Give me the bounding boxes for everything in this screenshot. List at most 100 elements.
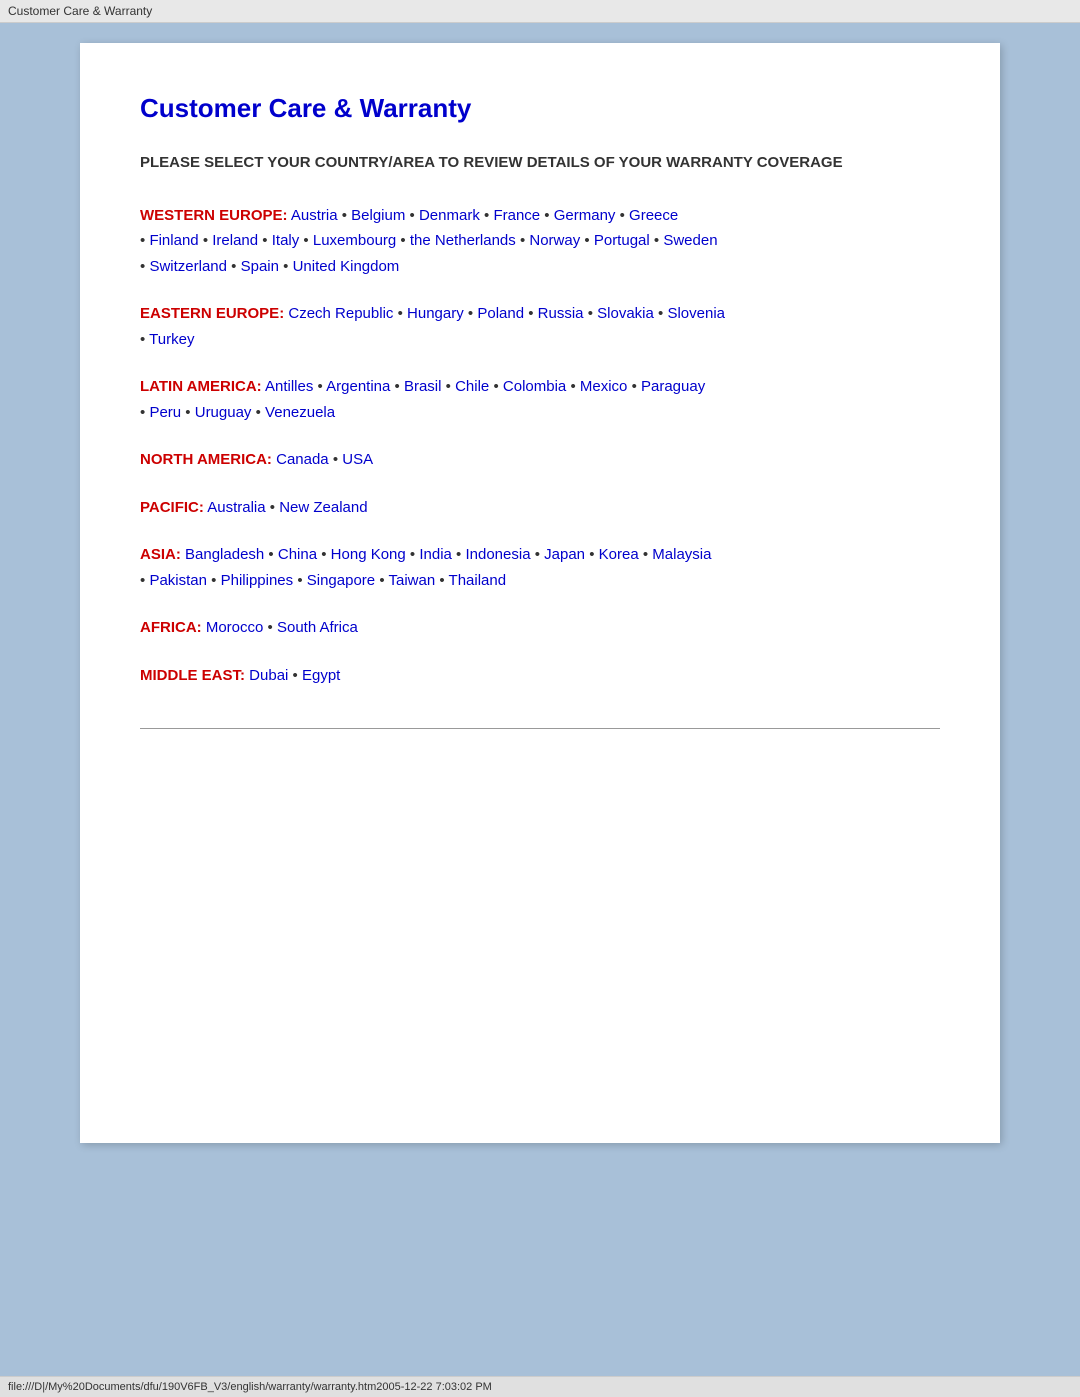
bullet-separator: • xyxy=(140,232,145,249)
country-link-poland[interactable]: Poland xyxy=(477,305,524,322)
region-label-africa: AFRICA: xyxy=(140,619,202,636)
country-link-sweden[interactable]: Sweden xyxy=(663,232,717,249)
page-title: Customer Care & Warranty xyxy=(140,93,940,124)
bullet-separator: • xyxy=(333,451,338,468)
bullet-separator: • xyxy=(303,232,308,249)
region-africa: AFRICA: Morocco • South Africa xyxy=(140,615,940,641)
bullet-separator: • xyxy=(535,546,540,563)
country-link-singapore[interactable]: Singapore xyxy=(307,572,375,589)
bullet-separator: • xyxy=(493,378,498,395)
country-link-south-africa[interactable]: South Africa xyxy=(277,619,358,636)
bullet-separator: • xyxy=(256,404,261,421)
country-link-ireland[interactable]: Ireland xyxy=(212,232,258,249)
bullet-separator: • xyxy=(140,258,145,275)
country-link-venezuela[interactable]: Venezuela xyxy=(265,404,335,421)
country-link-indonesia[interactable]: Indonesia xyxy=(465,546,530,563)
country-link-turkey[interactable]: Turkey xyxy=(149,331,194,348)
title-bar-text: Customer Care & Warranty xyxy=(8,4,152,18)
country-link-pakistan[interactable]: Pakistan xyxy=(149,572,207,589)
country-link-italy[interactable]: Italy xyxy=(272,232,300,249)
region-label-middle-east: MIDDLE EAST: xyxy=(140,667,245,684)
bullet-separator: • xyxy=(231,258,236,275)
country-link-germany[interactable]: Germany xyxy=(554,207,616,224)
country-link-philippines[interactable]: Philippines xyxy=(221,572,294,589)
country-link-china[interactable]: China xyxy=(278,546,317,563)
country-link-japan[interactable]: Japan xyxy=(544,546,585,563)
country-link-finland[interactable]: Finland xyxy=(149,232,198,249)
country-link-portugal[interactable]: Portugal xyxy=(594,232,650,249)
country-link-australia[interactable]: Australia xyxy=(207,499,265,516)
region-pacific: PACIFIC: Australia • New Zealand xyxy=(140,495,940,521)
bullet-separator: • xyxy=(185,404,190,421)
country-link-belgium[interactable]: Belgium xyxy=(351,207,405,224)
country-link-austria[interactable]: Austria xyxy=(291,207,338,224)
regions-container: WESTERN EUROPE: Austria • Belgium • Denm… xyxy=(140,203,940,689)
country-link-the-netherlands[interactable]: the Netherlands xyxy=(410,232,516,249)
bullet-separator: • xyxy=(589,546,594,563)
bullet-separator: • xyxy=(140,572,145,589)
country-link-chile[interactable]: Chile xyxy=(455,378,489,395)
country-link-bangladesh[interactable]: Bangladesh xyxy=(185,546,264,563)
country-link-greece[interactable]: Greece xyxy=(629,207,678,224)
country-link-hungary[interactable]: Hungary xyxy=(407,305,464,322)
title-bar: Customer Care & Warranty xyxy=(0,0,1080,23)
region-label-eastern-europe: EASTERN EUROPE: xyxy=(140,305,284,322)
country-link-malaysia[interactable]: Malaysia xyxy=(652,546,711,563)
bullet-separator: • xyxy=(262,232,267,249)
bullet-separator: • xyxy=(140,404,145,421)
bullet-separator: • xyxy=(398,305,403,322)
country-link-peru[interactable]: Peru xyxy=(149,404,181,421)
bullet-separator: • xyxy=(632,378,637,395)
bullet-separator: • xyxy=(342,207,347,224)
country-link-czech-republic[interactable]: Czech Republic xyxy=(288,305,393,322)
country-link-new-zealand[interactable]: New Zealand xyxy=(279,499,367,516)
bullet-separator: • xyxy=(268,546,273,563)
country-link-france[interactable]: France xyxy=(493,207,540,224)
country-link-india[interactable]: India xyxy=(419,546,452,563)
bullet-separator: • xyxy=(400,232,405,249)
country-link-dubai[interactable]: Dubai xyxy=(249,667,288,684)
country-link-morocco[interactable]: Morocco xyxy=(206,619,264,636)
bullet-separator: • xyxy=(379,572,384,589)
country-link-slovakia[interactable]: Slovakia xyxy=(597,305,654,322)
country-link-united-kingdom[interactable]: United Kingdom xyxy=(293,258,400,275)
bullet-separator: • xyxy=(643,546,648,563)
country-link-paraguay[interactable]: Paraguay xyxy=(641,378,705,395)
country-link-denmark[interactable]: Denmark xyxy=(419,207,480,224)
country-link-switzerland[interactable]: Switzerland xyxy=(149,258,227,275)
country-link-thailand[interactable]: Thailand xyxy=(449,572,507,589)
country-link-russia[interactable]: Russia xyxy=(538,305,584,322)
country-link-luxembourg[interactable]: Luxembourg xyxy=(313,232,396,249)
bullet-separator: • xyxy=(293,667,298,684)
country-link-uruguay[interactable]: Uruguay xyxy=(195,404,252,421)
region-north-america: NORTH AMERICA: Canada • USA xyxy=(140,447,940,473)
country-link-taiwan[interactable]: Taiwan xyxy=(388,572,435,589)
bullet-separator: • xyxy=(318,378,323,395)
bullet-separator: • xyxy=(544,207,549,224)
country-link-spain[interactable]: Spain xyxy=(241,258,279,275)
bullet-separator: • xyxy=(528,305,533,322)
country-link-slovenia[interactable]: Slovenia xyxy=(667,305,725,322)
country-link-antilles[interactable]: Antilles xyxy=(265,378,313,395)
bullet-separator: • xyxy=(456,546,461,563)
country-link-usa[interactable]: USA xyxy=(342,451,373,468)
region-western-europe: WESTERN EUROPE: Austria • Belgium • Denm… xyxy=(140,203,940,280)
bullet-separator: • xyxy=(140,331,145,348)
country-link-colombia[interactable]: Colombia xyxy=(503,378,566,395)
region-asia: ASIA: Bangladesh • China • Hong Kong • I… xyxy=(140,542,940,593)
bullet-separator: • xyxy=(283,258,288,275)
country-link-brasil[interactable]: Brasil xyxy=(404,378,442,395)
country-link-canada[interactable]: Canada xyxy=(276,451,329,468)
country-link-egypt[interactable]: Egypt xyxy=(302,667,340,684)
country-link-hong-kong[interactable]: Hong Kong xyxy=(331,546,406,563)
country-link-norway[interactable]: Norway xyxy=(529,232,580,249)
country-link-korea[interactable]: Korea xyxy=(599,546,639,563)
region-middle-east: MIDDLE EAST: Dubai • Egypt xyxy=(140,663,940,689)
country-link-mexico[interactable]: Mexico xyxy=(580,378,628,395)
region-label-asia: ASIA: xyxy=(140,546,181,563)
bullet-separator: • xyxy=(446,378,451,395)
country-link-argentina[interactable]: Argentina xyxy=(326,378,390,395)
bullet-separator: • xyxy=(520,232,525,249)
bullet-separator: • xyxy=(588,305,593,322)
region-latin-america: LATIN AMERICA: Antilles • Argentina • Br… xyxy=(140,374,940,425)
